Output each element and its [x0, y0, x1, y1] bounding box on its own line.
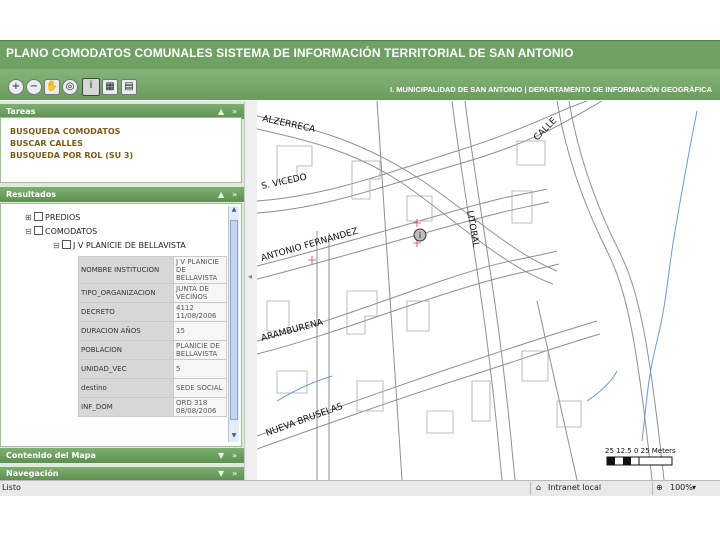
table-row: DECRETO 4112 11/08/2006	[78, 302, 227, 322]
zoom-out-icon[interactable]: −	[26, 79, 42, 95]
resultados-panel-header[interactable]: Resultados ▲ »	[0, 187, 244, 202]
street-label-litoral: LITORAL	[464, 210, 480, 248]
table-row: TIPO_ORGANIZACION JUNTA DE VECINOS	[78, 283, 227, 303]
tareas-list: BUSQUEDA COMODATOS BUSCAR CALLES BUSQUED…	[0, 117, 242, 183]
attr-key: DURACION AÑOS	[78, 321, 174, 341]
street-label-aramburena: ARAMBURENA	[260, 318, 325, 344]
status-bar: Listo ⌂ Intranet local ⊕ 100% ▾	[0, 480, 720, 496]
resultados-box: ⊞ PREDIOS ⊟ COMODATOS ⊟ J V PLANICIE DE BEL…	[0, 203, 242, 447]
tree-row-feature[interactable]: ⊟ J V PLANICIE DE BELLAVISTA	[53, 240, 186, 250]
pan-hand-icon[interactable]: ✋	[44, 79, 60, 95]
identify-info-icon[interactable]: i	[82, 78, 100, 96]
street-label-nueva-bruselas: NUEVA BRUSELAS	[265, 402, 345, 439]
tree-row-predios[interactable]: ⊞ PREDIOS	[25, 212, 80, 222]
attr-key: UNIDAD_VEC	[78, 359, 174, 379]
zoom-level[interactable]: 100%	[670, 483, 693, 492]
tree-label-comodatos: COMODATOS	[45, 227, 98, 236]
attr-key: DECRETO	[78, 302, 174, 322]
task-busqueda-comodatos[interactable]: BUSQUEDA COMODATOS	[10, 127, 120, 136]
tareas-panel-title: Tareas	[6, 107, 36, 116]
navegacion-panel-title: Navegación	[6, 469, 59, 478]
expand-panel-icon[interactable]: ▼	[212, 467, 224, 480]
scroll-thumb[interactable]	[230, 220, 238, 420]
app-header: PLANO COMODATOS COMUNALES SISTEMA DE INF…	[0, 40, 720, 69]
table-row: NOMBRE INSTITUCION J V PLANICIE DE BELLAV…	[78, 256, 227, 284]
street-label-vicedo: S. VICEDO	[261, 173, 308, 192]
attr-key: NOMBRE INSTITUCION	[78, 256, 174, 284]
attr-value: SEDE SOCIAL	[173, 378, 227, 398]
pin-icon[interactable]: »	[226, 467, 237, 480]
task-busqueda-por-rol[interactable]: BUSQUEDA POR ROL (SU 3)	[10, 151, 133, 160]
zoom-icon[interactable]: ⊕	[656, 483, 663, 492]
expand-icon[interactable]: ⊞	[25, 213, 32, 222]
attr-key: POBLACION	[78, 340, 174, 360]
collapse-tree-icon[interactable]: ⊟	[25, 227, 32, 236]
scale-bar-label: 25 12.5 0 25 Meters	[605, 447, 676, 455]
task-buscar-calles[interactable]: BUSCAR CALLES	[10, 139, 83, 148]
tree-label-predios: PREDIOS	[45, 213, 81, 222]
contenido-panel-title: Contenido del Mapa	[6, 451, 96, 460]
attr-value: ORD 318 08/08/2006	[173, 397, 227, 417]
attr-key: TIPO_ORGANIZACION	[78, 283, 174, 303]
navegacion-panel-header[interactable]: Navegación ▼ »	[0, 467, 244, 480]
pin-icon[interactable]: »	[226, 448, 237, 463]
svg-text:i: i	[419, 231, 421, 240]
table-row: INF_DOM ORD 318 08/08/2006	[78, 397, 227, 417]
scale-bar: 25 12.5 0 25 Meters	[605, 447, 676, 466]
measure-icon[interactable]: ▦	[102, 79, 118, 95]
splitter-grip-icon[interactable]: ◂	[248, 272, 252, 281]
attr-value: J V PLANICIE DE BELLAVISTA	[173, 256, 227, 284]
zoom-dropdown-icon[interactable]: ▾	[692, 483, 696, 492]
app-title: PLANO COMODATOS COMUNALES SISTEMA DE INF…	[6, 46, 574, 60]
map-canvas[interactable]: i ALZERRECA CALLE S. VICEDO LITORAL ANTO…	[257, 101, 720, 480]
collapse-icon[interactable]: ▲	[212, 187, 224, 202]
scroll-down-icon[interactable]: ▼	[229, 432, 239, 442]
expand-panel-icon[interactable]: ▼	[212, 448, 224, 463]
pin-icon[interactable]: »	[226, 187, 237, 202]
tree-row-comodatos[interactable]: ⊟ COMODATOS	[25, 226, 97, 236]
attr-value: JUNTA DE VECINOS	[173, 283, 227, 303]
attr-key: INF_DOM	[78, 397, 174, 417]
zoom-in-icon[interactable]: +	[8, 79, 24, 95]
status-separator	[530, 482, 531, 495]
tree-label-feature: J V PLANICIE DE BELLAVISTA	[73, 241, 186, 250]
checkbox-comodatos[interactable]	[34, 226, 43, 235]
results-scrollbar[interactable]: ▲ ▼	[228, 206, 239, 442]
table-row: DURACION AÑOS 15	[78, 321, 227, 341]
street-label-antonio-fernandez: ANTONIO FERNANDEZ	[260, 227, 359, 264]
attr-value: 4112 11/08/2006	[173, 302, 227, 322]
table-row: destino SEDE SOCIAL	[78, 378, 227, 398]
map-toolbar: + − ✋ ◎ i ▦ ▤ I. MUNICIPALIDAD DE SAN AN…	[0, 69, 720, 100]
department-subtitle: I. MUNICIPALIDAD DE SAN ANTONIO | DEPART…	[390, 85, 712, 94]
street-lines	[257, 101, 665, 480]
status-text: Listo	[2, 483, 21, 492]
attr-value: PLANICIE DE BELLAVISTA	[173, 340, 227, 360]
panel-splitter[interactable]: ◂	[244, 101, 257, 480]
checkbox-predios[interactable]	[34, 212, 43, 221]
checkbox-feature[interactable]	[62, 240, 71, 249]
print-icon[interactable]: ▤	[121, 79, 137, 95]
map-view[interactable]: i ALZERRECA CALLE S. VICEDO LITORAL ANTO…	[257, 101, 720, 480]
collapse-tree-icon[interactable]: ⊟	[53, 241, 60, 250]
status-separator	[652, 482, 653, 495]
scroll-up-icon[interactable]: ▲	[229, 206, 239, 216]
attribute-table: NOMBRE INSTITUCION J V PLANICIE DE BELLAV…	[78, 256, 227, 417]
street-label-calle: CALLE	[532, 116, 559, 143]
attr-value: 15	[173, 321, 227, 341]
identify-cursor-icon: i	[413, 228, 427, 242]
contenido-panel-header[interactable]: Contenido del Mapa ▼ »	[0, 448, 244, 463]
zone-label: Intranet local	[548, 483, 602, 492]
intranet-zone-icon: ⌂	[536, 483, 542, 492]
table-row: POBLACION PLANICIE DE BELLAVISTA	[78, 340, 227, 360]
stream-lines	[276, 110, 698, 442]
attr-key: destino	[78, 378, 174, 398]
table-row: UNIDAD_VEC 5	[78, 359, 227, 379]
attr-value: 5	[173, 359, 227, 379]
resultados-panel-title: Resultados	[6, 190, 56, 199]
full-extent-icon[interactable]: ◎	[62, 79, 78, 95]
